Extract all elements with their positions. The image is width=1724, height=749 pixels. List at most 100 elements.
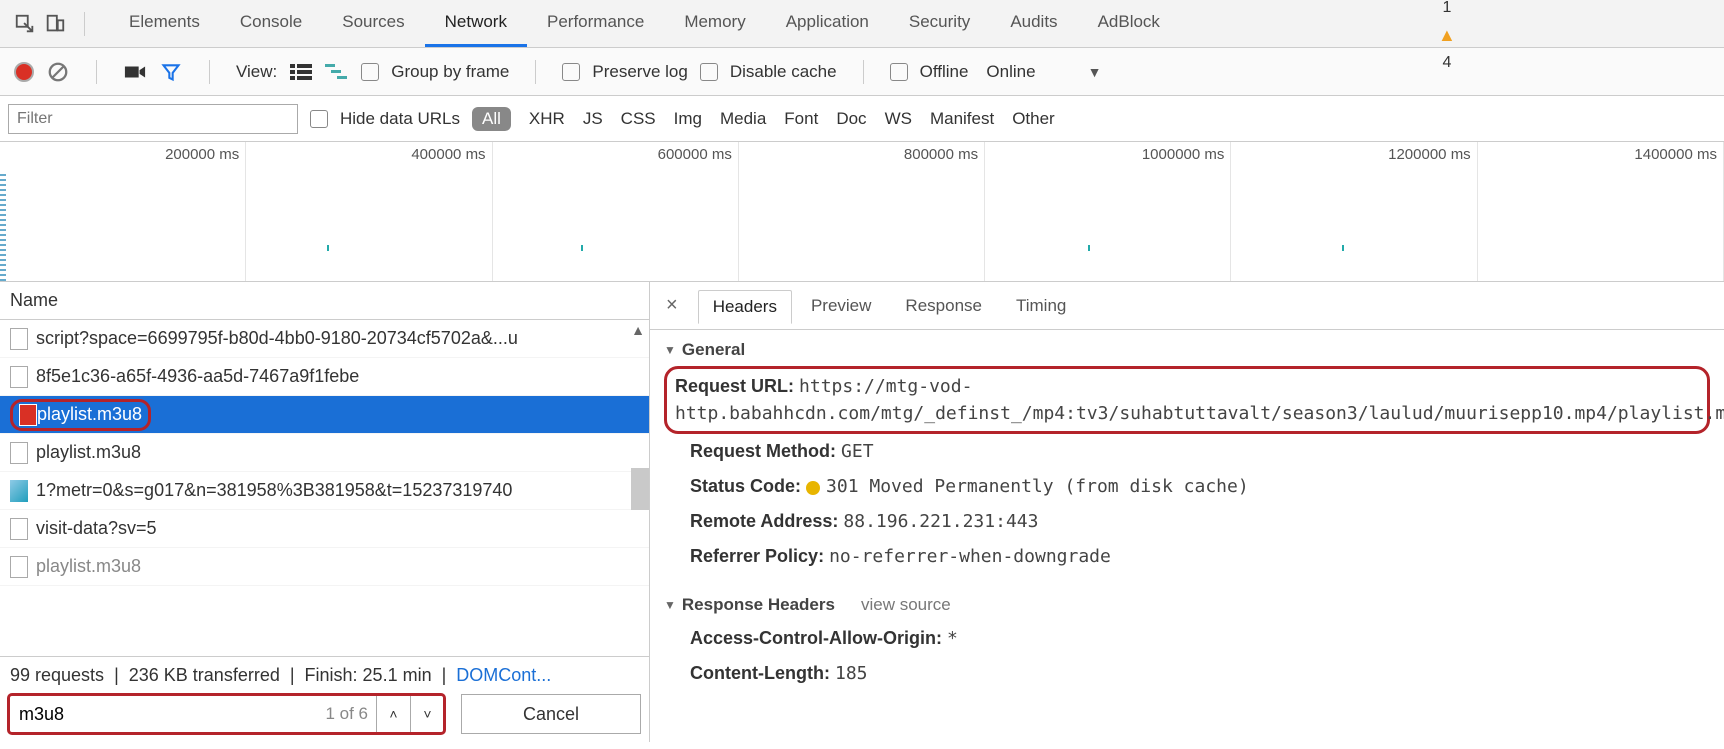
filter-icon[interactable]	[159, 60, 183, 84]
image-file-icon	[10, 480, 28, 502]
group-by-frame-checkbox[interactable]	[361, 63, 379, 81]
panel-tab-audits[interactable]: Audits	[990, 0, 1077, 47]
preserve-log-label: Preserve log	[592, 62, 687, 82]
acao-value: *	[947, 628, 958, 649]
request-url-row: Request URL: https://mtg-vod-http.babahh…	[664, 366, 1710, 434]
request-row[interactable]: 1?metr=0&s=g017&n=381958%3B381958&t=1523…	[0, 472, 649, 510]
request-name: playlist.m3u8	[36, 442, 141, 463]
timeline-label: 200000 ms	[165, 146, 239, 163]
request-name: playlist.m3u8	[36, 556, 141, 577]
panel-tab-console[interactable]: Console	[220, 0, 322, 47]
request-row[interactable]: playlist.m3u8	[0, 434, 649, 472]
filter-input[interactable]	[8, 104, 298, 134]
panel-tab-memory[interactable]: Memory	[664, 0, 765, 47]
transferred-size: 236 KB transferred	[129, 665, 280, 686]
timeline-label: 800000 ms	[904, 146, 978, 163]
panel-tab-sources[interactable]: Sources	[322, 0, 424, 47]
request-name: 8f5e1c36-a65f-4936-aa5d-7467a9f1febe	[36, 366, 359, 387]
view-label: View:	[236, 62, 277, 82]
request-row[interactable]: script?space=6699795f-b80d-4bb0-9180-207…	[0, 320, 649, 358]
hide-data-urls-checkbox[interactable]	[310, 110, 328, 128]
panel-tab-elements[interactable]: Elements	[109, 0, 220, 47]
record-button[interactable]	[14, 62, 34, 82]
find-count: 1 of 6	[325, 704, 376, 724]
filter-type-ws[interactable]: WS	[885, 109, 912, 129]
timeline-label: 1400000 ms	[1634, 146, 1717, 163]
filter-type-img[interactable]: Img	[674, 109, 702, 129]
disclosure-triangle-icon: ▼	[664, 598, 676, 612]
panel-tab-performance[interactable]: Performance	[527, 0, 664, 47]
preserve-log-checkbox[interactable]	[562, 63, 580, 81]
filter-type-xhr[interactable]: XHR	[529, 109, 565, 129]
document-file-icon	[10, 328, 28, 350]
clear-icon[interactable]	[46, 60, 70, 84]
inspect-icon[interactable]	[10, 9, 40, 39]
filter-type-css[interactable]: CSS	[621, 109, 656, 129]
filter-type-js[interactable]: JS	[583, 109, 603, 129]
document-file-icon	[10, 442, 28, 464]
panel-tab-security[interactable]: Security	[889, 0, 990, 47]
detail-tab-headers[interactable]: Headers	[698, 290, 792, 324]
view-source-link[interactable]: view source	[861, 595, 951, 615]
device-mode-icon[interactable]	[40, 9, 70, 39]
filter-type-other[interactable]: Other	[1012, 109, 1055, 129]
find-next-button[interactable]: ˅	[410, 695, 444, 733]
find-input[interactable]	[9, 695, 325, 733]
request-row[interactable]: 8f5e1c36-a65f-4936-aa5d-7467a9f1febe	[0, 358, 649, 396]
panel-tab-network[interactable]: Network	[425, 0, 527, 47]
request-row[interactable]: playlist.m3u8	[0, 396, 649, 434]
waterfall-view-icon[interactable]	[325, 60, 349, 84]
throttling-select[interactable]: Online	[986, 62, 1035, 82]
warning-icon[interactable]: ▲	[1438, 25, 1456, 46]
devtools-tabbar: ElementsConsoleSourcesNetworkPerformance…	[0, 0, 1724, 48]
scroll-up-icon[interactable]: ▲	[631, 322, 645, 338]
filter-type-doc[interactable]: Doc	[836, 109, 866, 129]
request-name: playlist.m3u8	[37, 404, 142, 425]
filter-type-media[interactable]: Media	[720, 109, 766, 129]
content-length-value: 185	[835, 663, 868, 684]
disable-cache-checkbox[interactable]	[700, 63, 718, 81]
filter-type-font[interactable]: Font	[784, 109, 818, 129]
timeline-label: 600000 ms	[658, 146, 732, 163]
request-url-value[interactable]: https://mtg-vod-http.babahhcdn.com/mtg/_…	[675, 376, 1724, 424]
filter-type-manifest[interactable]: Manifest	[930, 109, 994, 129]
remote-address-value: 88.196.221.231:443	[843, 511, 1038, 532]
filter-type-all[interactable]: All	[472, 107, 511, 131]
panel-tab-adblock[interactable]: AdBlock	[1078, 0, 1180, 47]
chevron-down-icon[interactable]: ▼	[1088, 64, 1102, 80]
request-list: ▲ script?space=6699795f-b80d-4bb0-9180-2…	[0, 320, 649, 656]
finish-time: Finish: 25.1 min	[305, 665, 432, 686]
request-method-value: GET	[841, 441, 874, 462]
status-code-value: 301 Moved Permanently (from disk cache)	[826, 476, 1249, 497]
request-row[interactable]: playlist.m3u8	[0, 548, 649, 586]
list-view-icon[interactable]	[289, 60, 313, 84]
document-file-icon	[10, 518, 28, 540]
offline-label: Offline	[920, 62, 969, 82]
cancel-button[interactable]: Cancel	[461, 694, 641, 734]
detail-tab-preview[interactable]: Preview	[796, 289, 886, 323]
panel-tab-application[interactable]: Application	[766, 0, 889, 47]
general-section-header[interactable]: ▼ General	[664, 340, 1710, 360]
disclosure-triangle-icon: ▼	[664, 343, 676, 357]
filter-bar: Hide data URLs All XHR JS CSS Img Media Font Do…	[0, 96, 1724, 142]
overview-timeline[interactable]: 200000 ms400000 ms600000 ms800000 ms1000…	[0, 142, 1724, 282]
scrollbar-thumb[interactable]	[631, 468, 649, 510]
request-name: script?space=6699795f-b80d-4bb0-9180-207…	[36, 328, 518, 349]
disable-cache-label: Disable cache	[730, 62, 837, 82]
offline-checkbox[interactable]	[890, 63, 908, 81]
referrer-policy-value: no-referrer-when-downgrade	[829, 546, 1111, 567]
request-row[interactable]: visit-data?sv=5	[0, 510, 649, 548]
detail-tab-response[interactable]: Response	[890, 289, 997, 323]
request-name: 1?metr=0&s=g017&n=381958%3B381958&t=1523…	[36, 480, 512, 501]
timeline-label: 1200000 ms	[1388, 146, 1471, 163]
response-headers-section-header[interactable]: ▼ Response Headers view source	[664, 595, 1710, 615]
camera-icon[interactable]	[123, 60, 147, 84]
name-column-header[interactable]: Name	[0, 282, 649, 320]
status-dot-icon	[806, 481, 820, 495]
error-count: 1	[1443, 0, 1452, 17]
hide-data-urls-label: Hide data URLs	[340, 109, 460, 129]
close-icon[interactable]: ×	[660, 294, 684, 317]
find-prev-button[interactable]: ˄	[376, 695, 410, 733]
detail-tab-timing[interactable]: Timing	[1001, 289, 1081, 323]
timeline-label: 1000000 ms	[1142, 146, 1225, 163]
